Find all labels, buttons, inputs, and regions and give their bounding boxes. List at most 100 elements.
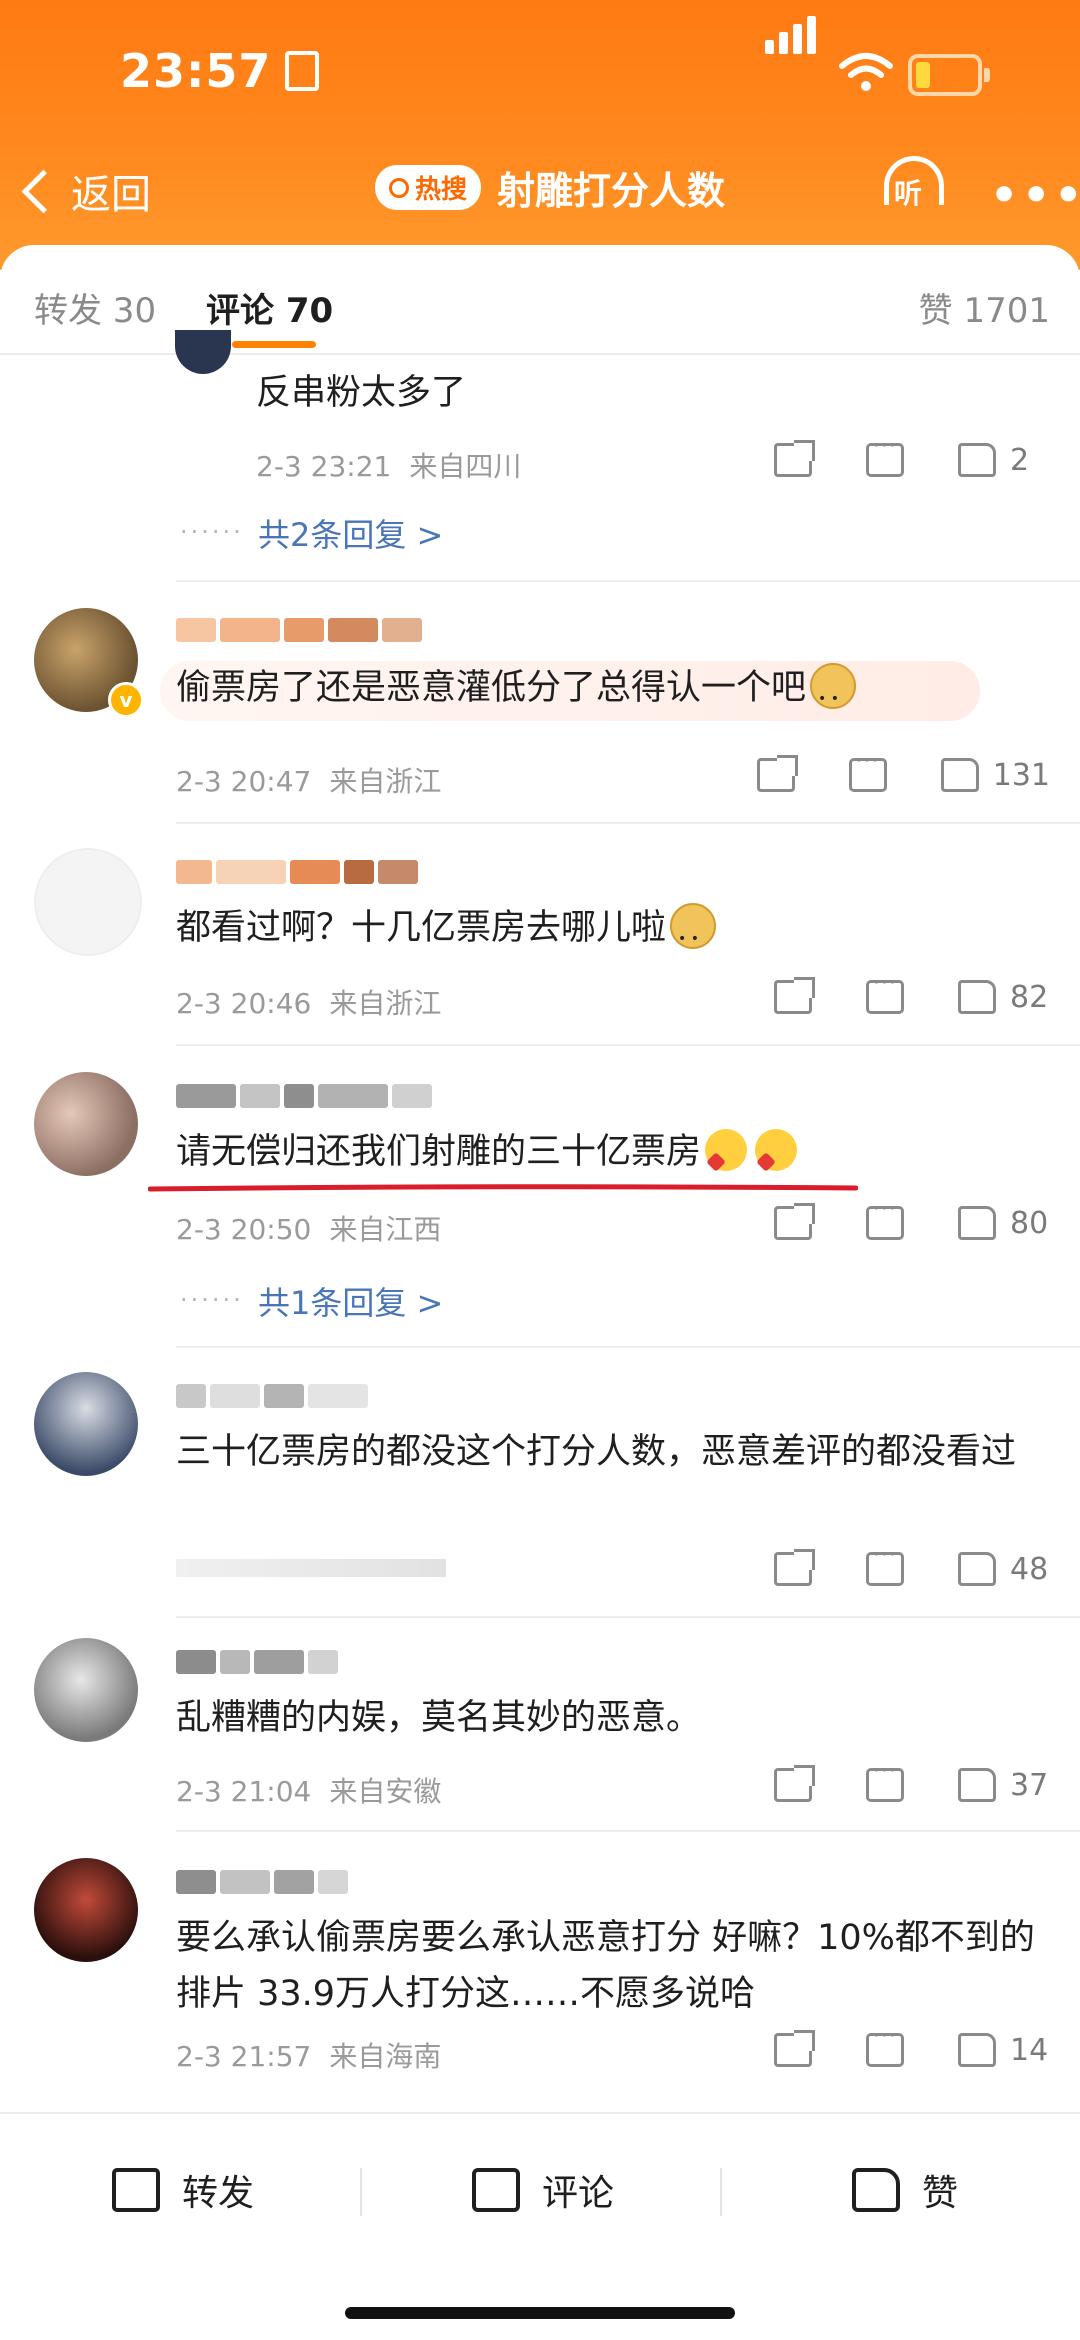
comment-actions: 80 — [720, 1197, 1050, 1243]
comment-button[interactable]: 评论 — [472, 2164, 614, 2216]
comment-meta: 2-3 20:50 来自江西 — [176, 1208, 441, 1248]
home-indicator[interactable] — [345, 2307, 735, 2319]
comment-location: 来自海南 — [329, 2040, 442, 2073]
tab-repost[interactable]: 转发 30 — [34, 283, 156, 332]
like-count: 48 — [1010, 1551, 1049, 1587]
view-replies-link[interactable]: 共2条回复 > — [258, 510, 443, 556]
share-icon[interactable] — [774, 1765, 815, 1802]
username-redacted — [176, 1384, 368, 1414]
like-button[interactable]: 赞 — [852, 2164, 958, 2216]
share-icon[interactable] — [756, 755, 798, 792]
comment-text: 偷票房了还是恶意灌低分了总得认一个吧 — [176, 668, 807, 708]
wifi-icon — [839, 53, 893, 91]
back-button[interactable]: 返回 — [21, 162, 151, 220]
avatar[interactable] — [34, 1858, 138, 1962]
comment-meta: 2-3 20:46 来自浙江 — [176, 982, 441, 1022]
hot-search-title[interactable]: 热搜 射雕打分人数 — [375, 160, 725, 215]
like-count: 131 — [992, 757, 1050, 793]
like-icon[interactable] — [958, 2033, 996, 2067]
reply-icon[interactable] — [866, 1543, 904, 1586]
reply-icon[interactable] — [866, 1759, 904, 1802]
comment-text-line: 请无偿归还我们射雕的三十亿票房 — [176, 1124, 1046, 1180]
repost-button[interactable]: 转发 — [112, 2164, 254, 2216]
reply-icon[interactable] — [866, 1197, 904, 1240]
separator — [360, 2168, 362, 2216]
doge-emoji-icon — [670, 903, 717, 967]
avatar[interactable] — [34, 1638, 138, 1742]
share-icon[interactable] — [774, 2030, 815, 2067]
like-label: 赞 — [922, 2173, 959, 2214]
doge-emoji-icon — [810, 663, 857, 727]
more-options-button[interactable]: ••• — [990, 170, 1080, 221]
hot-search-badge: 热搜 — [375, 165, 482, 210]
reply-dots: ······ — [180, 518, 244, 546]
like-count: 37 — [1010, 1767, 1049, 1803]
comments-sheet: 转发 30 评论 70 赞 1701 — [0, 245, 1080, 2340]
comment-date: 2-3 21:04 — [176, 1775, 312, 1808]
reply-icon[interactable] — [866, 434, 904, 477]
divider — [176, 1830, 1080, 1832]
like-icon[interactable] — [958, 443, 996, 477]
like-icon[interactable] — [958, 1768, 996, 1802]
reply-icon[interactable] — [866, 2024, 904, 2067]
like-icon[interactable] — [958, 980, 996, 1014]
like-count: 80 — [1010, 1205, 1049, 1241]
share-icon[interactable] — [774, 1203, 815, 1240]
comment-meta-redacted — [176, 1559, 446, 1577]
comment-date: 2-3 23:21 — [256, 450, 392, 483]
comment-actions: 48 — [720, 1543, 1050, 1589]
share-icon[interactable] — [774, 1549, 815, 1586]
comment-actions: 82 — [720, 971, 1050, 1017]
tab-likes[interactable]: 赞 1701 — [919, 283, 1050, 332]
comment-text: 都看过啊？十几亿票房去哪儿啦 — [176, 908, 667, 948]
repost-label: 转发 — [182, 2173, 255, 2214]
comment-actions: 131 — [703, 749, 1050, 795]
divider — [176, 822, 1080, 824]
kissing-face-emoji-icon — [705, 1129, 748, 1171]
comment-actions: 2 — [720, 434, 1050, 480]
search-icon — [389, 177, 409, 198]
bottom-action-bar: 转发 评论 赞 — [0, 2112, 1080, 2264]
username-redacted — [176, 618, 422, 648]
view-replies-link[interactable]: 共1条回复 > — [258, 1278, 443, 1324]
like-icon[interactable] — [940, 758, 979, 792]
like-count: 82 — [1010, 979, 1049, 1015]
hot-search-label: 热搜 — [415, 175, 468, 205]
comment-date: 2-3 20:50 — [176, 1213, 312, 1246]
tab-comments[interactable]: 评论 70 — [206, 283, 333, 332]
avatar[interactable] — [34, 1372, 138, 1476]
comment-label: 评论 — [542, 2173, 615, 2214]
comment-actions: 14 — [720, 2024, 1050, 2070]
like-count: 2 — [1010, 442, 1030, 478]
status-time: 23:57 — [120, 44, 320, 98]
comment-text-line: 都看过啊？十几亿票房去哪儿啦 — [176, 900, 1046, 967]
like-icon[interactable] — [958, 1206, 996, 1240]
username-redacted — [176, 1650, 338, 1680]
divider — [176, 1044, 1080, 1046]
comment-date: 2-3 20:46 — [176, 987, 312, 1020]
comment-date: 2-3 20:47 — [176, 765, 312, 798]
share-icon[interactable] — [774, 977, 815, 1014]
comment-location: 来自江西 — [329, 1213, 442, 1246]
comment-text-line: 偷票房了还是恶意灌低分了总得认一个吧 — [176, 660, 1046, 727]
active-tab-indicator — [232, 341, 316, 348]
tab-bar: 转发 30 评论 70 赞 1701 — [0, 245, 1080, 355]
listen-button[interactable]: 听 — [880, 156, 944, 210]
page-title: 射雕打分人数 — [497, 169, 726, 213]
comment-location: 来自四川 — [409, 450, 522, 483]
reply-icon[interactable] — [848, 749, 887, 792]
person-icon — [285, 50, 320, 91]
avatar[interactable] — [34, 1072, 138, 1176]
comment-meta: 2-3 21:57 来自海南 — [176, 2035, 441, 2075]
divider — [176, 1616, 1080, 1618]
like-icon[interactable] — [958, 1552, 996, 1586]
comment-text: 乱糟糟的内娱，莫名其妙的恶意。 — [176, 1698, 702, 1738]
comment-meta: 2-3 21:04 来自安徽 — [176, 1770, 441, 1810]
avatar[interactable] — [34, 848, 142, 956]
share-icon[interactable] — [774, 440, 815, 477]
listen-label: 听 — [894, 177, 923, 210]
red-underline-annotation — [148, 1184, 858, 1192]
chevron-left-icon — [21, 169, 66, 213]
thumbs-up-icon — [852, 2168, 900, 2212]
reply-icon[interactable] — [866, 971, 904, 1014]
